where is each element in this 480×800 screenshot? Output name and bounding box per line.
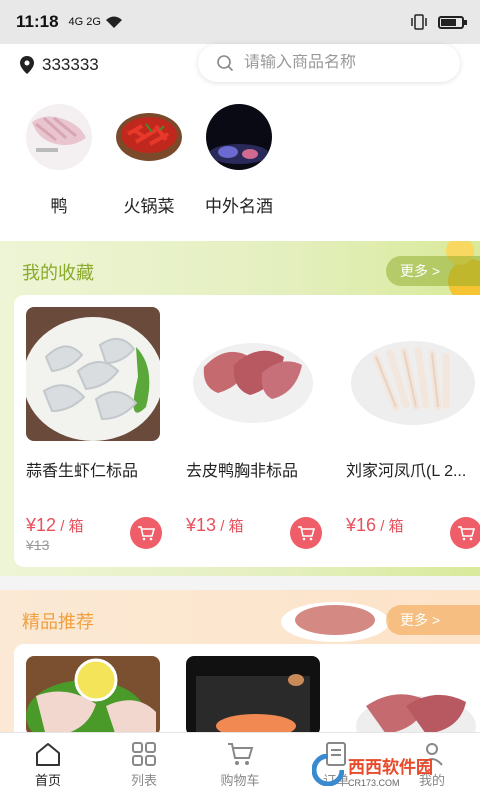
add-to-cart-button[interactable] (290, 517, 322, 549)
product-card[interactable]: 去皮鸭胸非标品 ¥13 / 箱 (186, 307, 331, 549)
tab-home[interactable]: 首页 (0, 733, 96, 800)
tab-cart[interactable]: 购物车 (192, 733, 288, 800)
tab-label: 首页 (34, 773, 61, 788)
add-to-cart-button[interactable] (450, 517, 480, 549)
grid-icon (132, 742, 156, 766)
cart-icon (138, 526, 155, 541)
favorites-title: 我的收藏 (22, 263, 94, 283)
signal-icons: 4G 2G (69, 15, 123, 29)
product-card[interactable]: 刘家河凤爪(L 2... ¥16 / 箱 (346, 307, 480, 549)
price-value: ¥16 (346, 515, 377, 535)
watermark-text: 西西软件园 (348, 757, 433, 777)
category-liquor-image (206, 104, 272, 170)
clock: 11:18 (16, 12, 59, 31)
search-input[interactable] (244, 54, 424, 72)
favorites-more-button[interactable]: 更多 > (386, 256, 480, 286)
product-price: ¥13 / 箱 (186, 515, 244, 536)
cart-icon (228, 743, 254, 765)
product-price: ¥12 / 箱 (26, 515, 84, 536)
tab-label: 列表 (130, 773, 157, 788)
product-name: 蒜香生虾仁标品 (26, 463, 139, 480)
watermark-sub: CR173.COM (348, 777, 400, 788)
product-card[interactable]: 蒜香生虾仁标品 ¥12 / 箱 ¥13 (26, 307, 171, 553)
price-value: ¥13 (186, 515, 217, 535)
banner-steak-decoration (281, 602, 389, 642)
watermark-text-group: 西西软件园 CR173.COM (348, 753, 433, 788)
header: 333333 (0, 44, 480, 86)
product-old-price: ¥13 (26, 537, 50, 553)
featured-title: 精品推荐 (22, 612, 94, 632)
watermark: 西西软件园 CR173.COM (312, 752, 462, 788)
product-name: 刘家河凤爪(L 2... (346, 463, 467, 480)
status-bar: 11:18 4G 2G (0, 0, 480, 44)
battery-icon (438, 15, 467, 29)
category-duck-image (26, 104, 92, 170)
category-duck[interactable]: 鸭 (14, 86, 104, 241)
signal-label: 4G 2G (68, 16, 101, 28)
salmon-image[interactable] (186, 656, 320, 736)
chicken-feet-image (346, 307, 480, 441)
add-to-cart-button[interactable] (130, 517, 162, 549)
vibrate-icon (411, 14, 427, 30)
price-unit: / 箱 (216, 518, 244, 535)
favorites-list: 蒜香生虾仁标品 ¥12 / 箱 ¥13 去皮鸭胸非标品 ¥13 / 箱 刘家河凤… (14, 295, 480, 567)
category-liquor[interactable]: 中外名酒 (194, 86, 284, 241)
tab-label: 购物车 (220, 773, 260, 788)
pork-image[interactable] (346, 656, 480, 736)
price-unit: / 箱 (376, 518, 404, 535)
product-price: ¥16 / 箱 (346, 515, 404, 536)
shrimp-image (26, 307, 160, 441)
category-label: 火锅菜 (123, 197, 175, 216)
category-label: 鸭 (50, 197, 68, 216)
location-text: 333333 (42, 55, 99, 74)
category-hotpot-image (116, 104, 182, 170)
cart-icon (298, 526, 315, 541)
category-label: 中外名酒 (205, 197, 273, 216)
category-hotpot[interactable]: 火锅菜 (104, 86, 194, 241)
product-name: 去皮鸭胸非标品 (186, 463, 299, 480)
chicken-breast-image[interactable] (26, 656, 160, 736)
featured-more-button[interactable]: 更多 > (386, 605, 480, 635)
location-selector[interactable]: 333333 (0, 55, 99, 75)
category-row: 鸭 火锅菜 中外名酒 (0, 86, 480, 241)
search-icon (217, 55, 234, 72)
wifi-icon (105, 16, 122, 28)
tab-list[interactable]: 列表 (96, 733, 192, 800)
watermark-logo (312, 754, 344, 786)
search-bar[interactable] (198, 44, 460, 82)
price-unit: / 箱 (56, 518, 84, 535)
favorites-section: 我的收藏 更多 > 蒜香生虾仁标品 ¥12 / 箱 ¥13 去皮鸭胸非标品 ¥1… (0, 241, 480, 576)
location-pin-icon (20, 56, 34, 74)
duck-breast-image (186, 307, 320, 441)
price-value: ¥12 (26, 515, 57, 535)
cart-icon (458, 526, 475, 541)
home-icon (36, 743, 60, 766)
